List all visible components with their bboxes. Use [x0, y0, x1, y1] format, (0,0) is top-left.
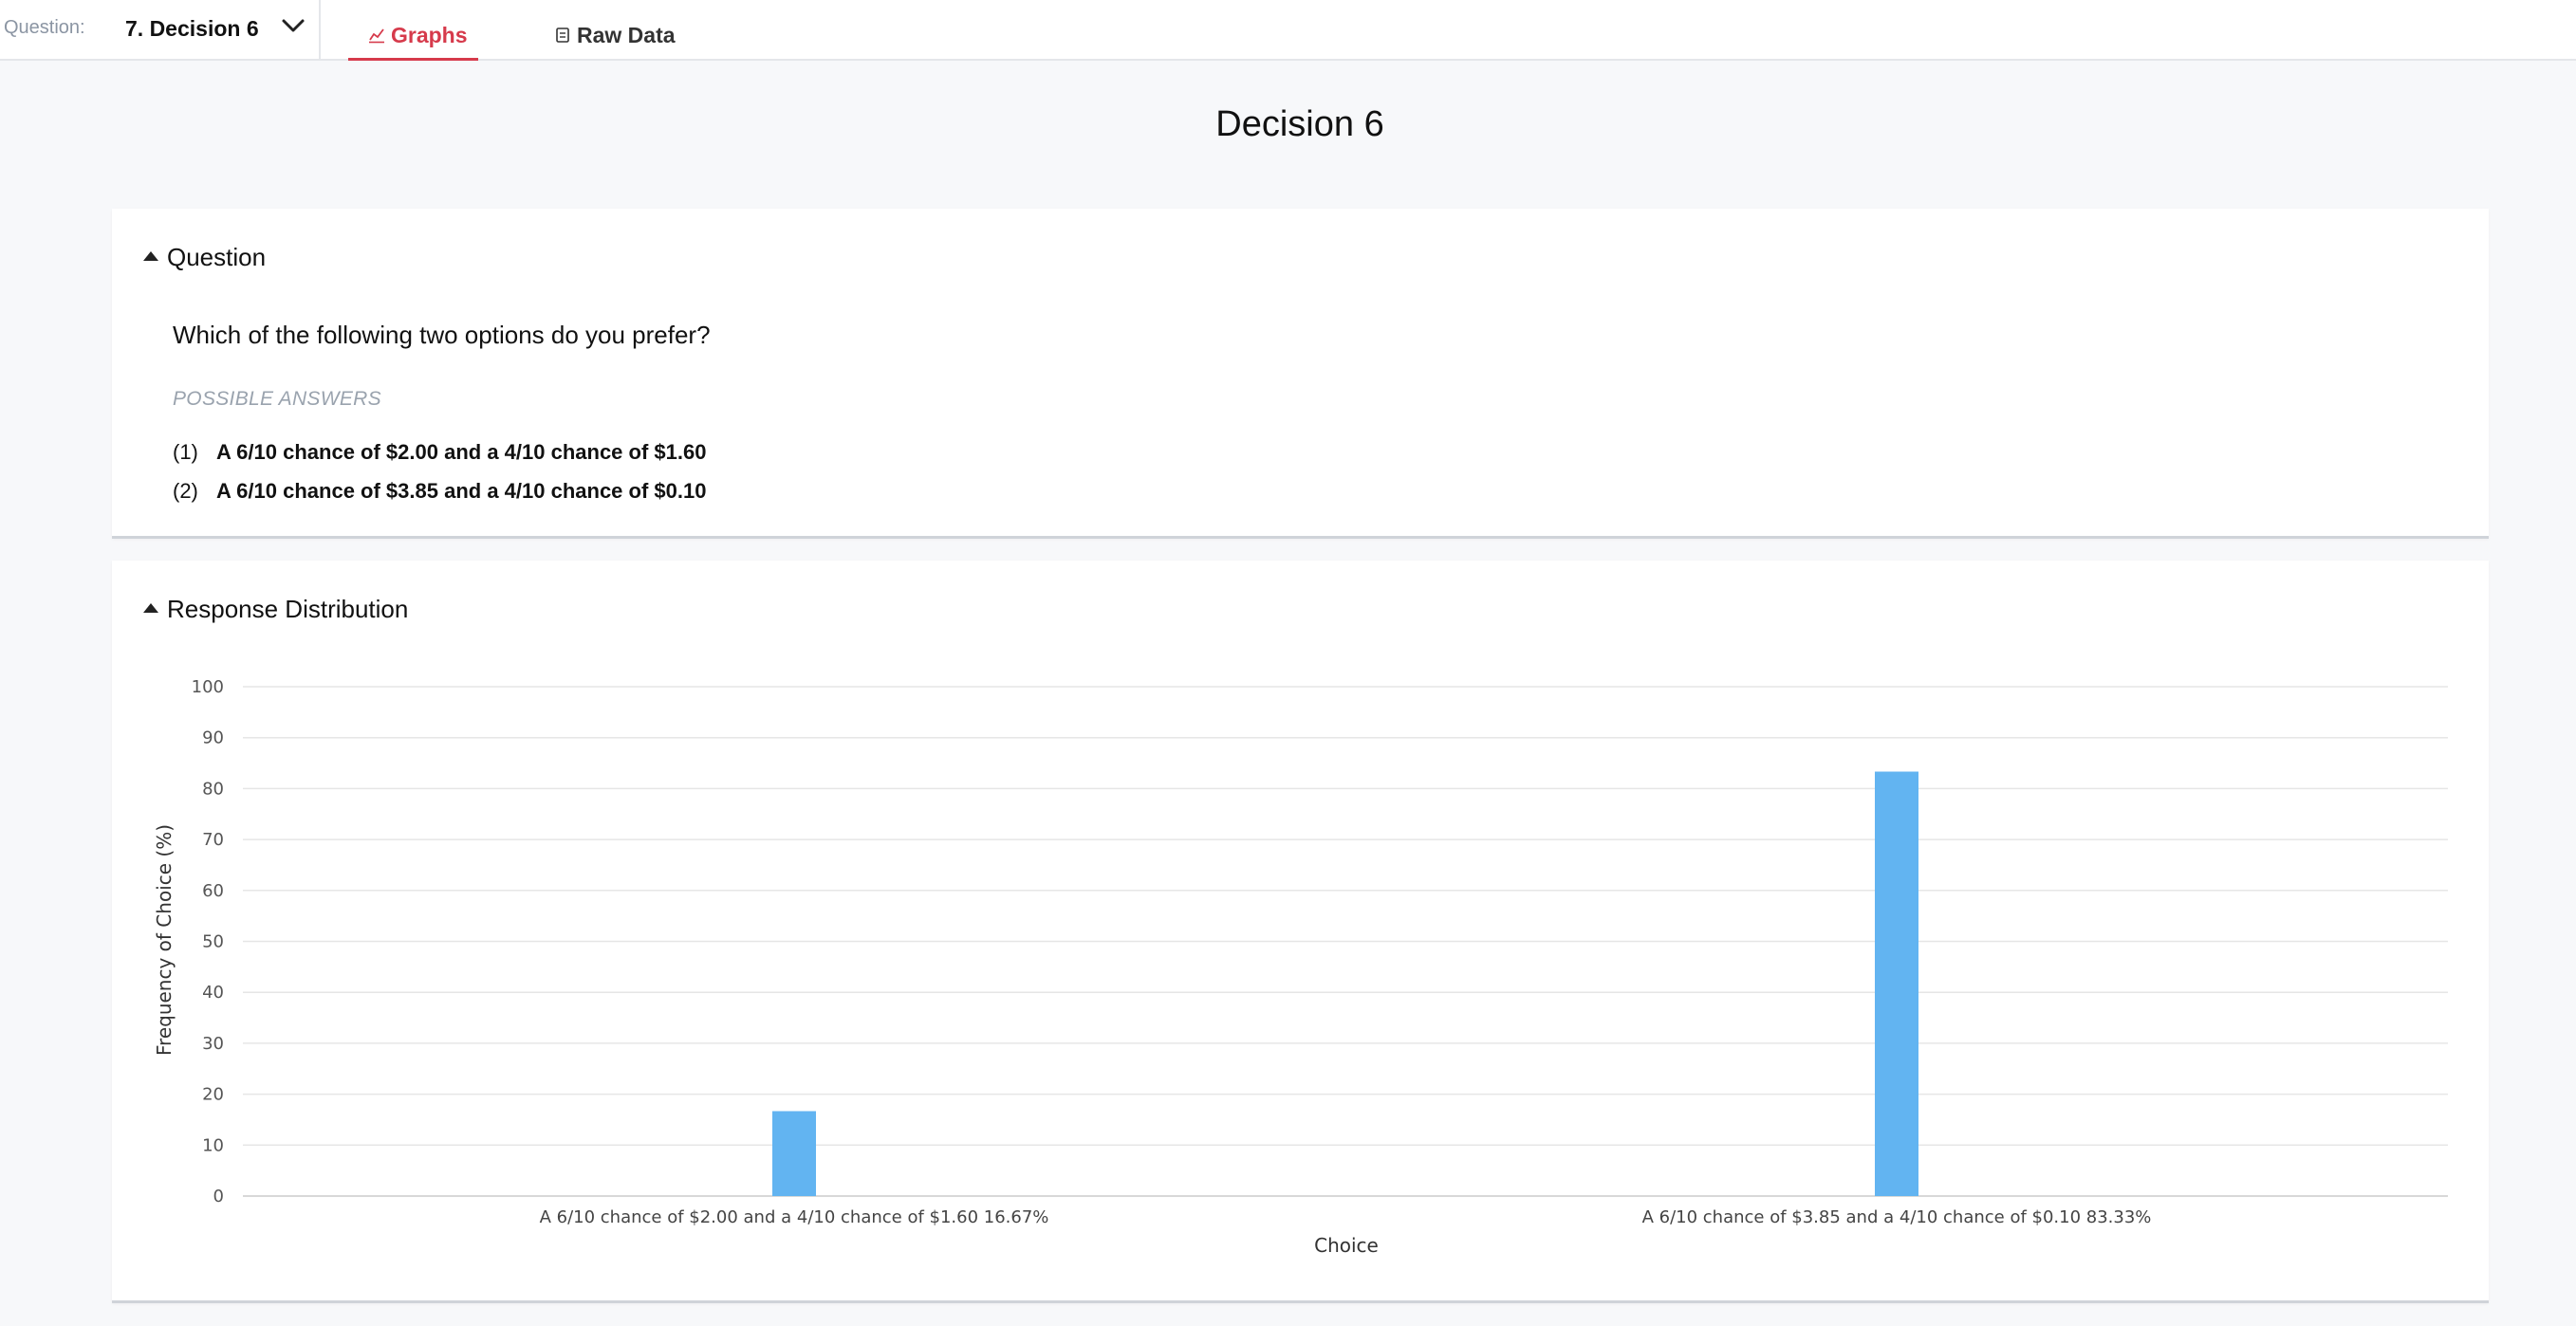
y-tick-label: 10 [202, 1135, 224, 1155]
x-axis-label: Choice [1314, 1234, 1379, 1257]
answer-text: A 6/10 chance of $2.00 and a 4/10 chance… [216, 440, 707, 464]
question-selector-value[interactable]: 7. Decision 6 [125, 16, 259, 42]
question-text: Which of the following two options do yo… [173, 321, 711, 349]
y-axis-label: Frequency of Choice (%) [153, 824, 176, 1056]
answer-text: A 6/10 chance of $3.85 and a 4/10 chance… [216, 479, 707, 503]
x-axis-ticks: A 6/10 chance of $2.00 and a 4/10 chance… [540, 1207, 2152, 1227]
top-bar: Question: 7. Decision 6 Graphs Raw Data [0, 0, 2576, 61]
tab-graphs-label: Graphs [391, 23, 468, 47]
bar[interactable] [1875, 771, 1918, 1196]
answer-number: (2) [173, 479, 198, 503]
question-card-toggle[interactable]: Question [143, 243, 266, 272]
x-tick-label: A 6/10 chance of $2.00 and a 4/10 chance… [540, 1207, 1049, 1227]
chart-grid [243, 686, 2448, 1197]
tab-graphs[interactable]: Graphs [348, 23, 478, 61]
possible-answers-label: POSSIBLE ANSWERS [173, 388, 381, 410]
tab-raw-data-label: Raw Data [577, 23, 676, 47]
answer-item: (2) A 6/10 chance of $3.85 and a 4/10 ch… [173, 479, 706, 504]
answer-number: (1) [173, 440, 198, 464]
response-distribution-card: Response Distribution 0 10 20 30 40 50 60 70 80 9… [112, 561, 2489, 1303]
question-selector[interactable]: 7. Decision 6 [125, 11, 259, 46]
y-tick-label: 100 [192, 677, 224, 697]
y-tick-label: 40 [202, 983, 224, 1003]
response-distribution-chart: 0 10 20 30 40 50 60 70 80 90 100 A 6/10 chance of … [153, 677, 2448, 1257]
page-title: Decision 6 [1215, 104, 1384, 144]
x-tick-label: A 6/10 chance of $3.85 and a 4/10 chance… [1642, 1207, 2152, 1227]
y-tick-label: 50 [202, 932, 224, 952]
y-tick-label: 70 [202, 830, 224, 850]
top-divider [319, 0, 321, 61]
y-tick-label: 0 [213, 1187, 224, 1206]
question-card-heading: Question [167, 243, 267, 271]
y-tick-label: 20 [202, 1085, 224, 1105]
chevron-down-icon[interactable] [281, 15, 306, 36]
chart-icon [369, 28, 384, 44]
question-selector-label: Question: [4, 17, 85, 38]
y-tick-label: 60 [202, 881, 224, 901]
y-tick-label: 30 [202, 1034, 224, 1054]
chart-bars [772, 771, 1918, 1196]
bar[interactable] [772, 1111, 816, 1196]
y-tick-label: 80 [202, 779, 224, 799]
question-card: Question Which of the following two opti… [112, 209, 2489, 539]
answer-item: (1) A 6/10 chance of $2.00 and a 4/10 ch… [173, 440, 706, 465]
y-tick-label: 90 [202, 728, 224, 748]
y-axis-ticks: 0 10 20 30 40 50 60 70 80 90 100 [192, 677, 224, 1206]
document-icon [556, 28, 569, 43]
caret-up-icon [143, 251, 158, 261]
tab-raw-data[interactable]: Raw Data [551, 23, 676, 61]
